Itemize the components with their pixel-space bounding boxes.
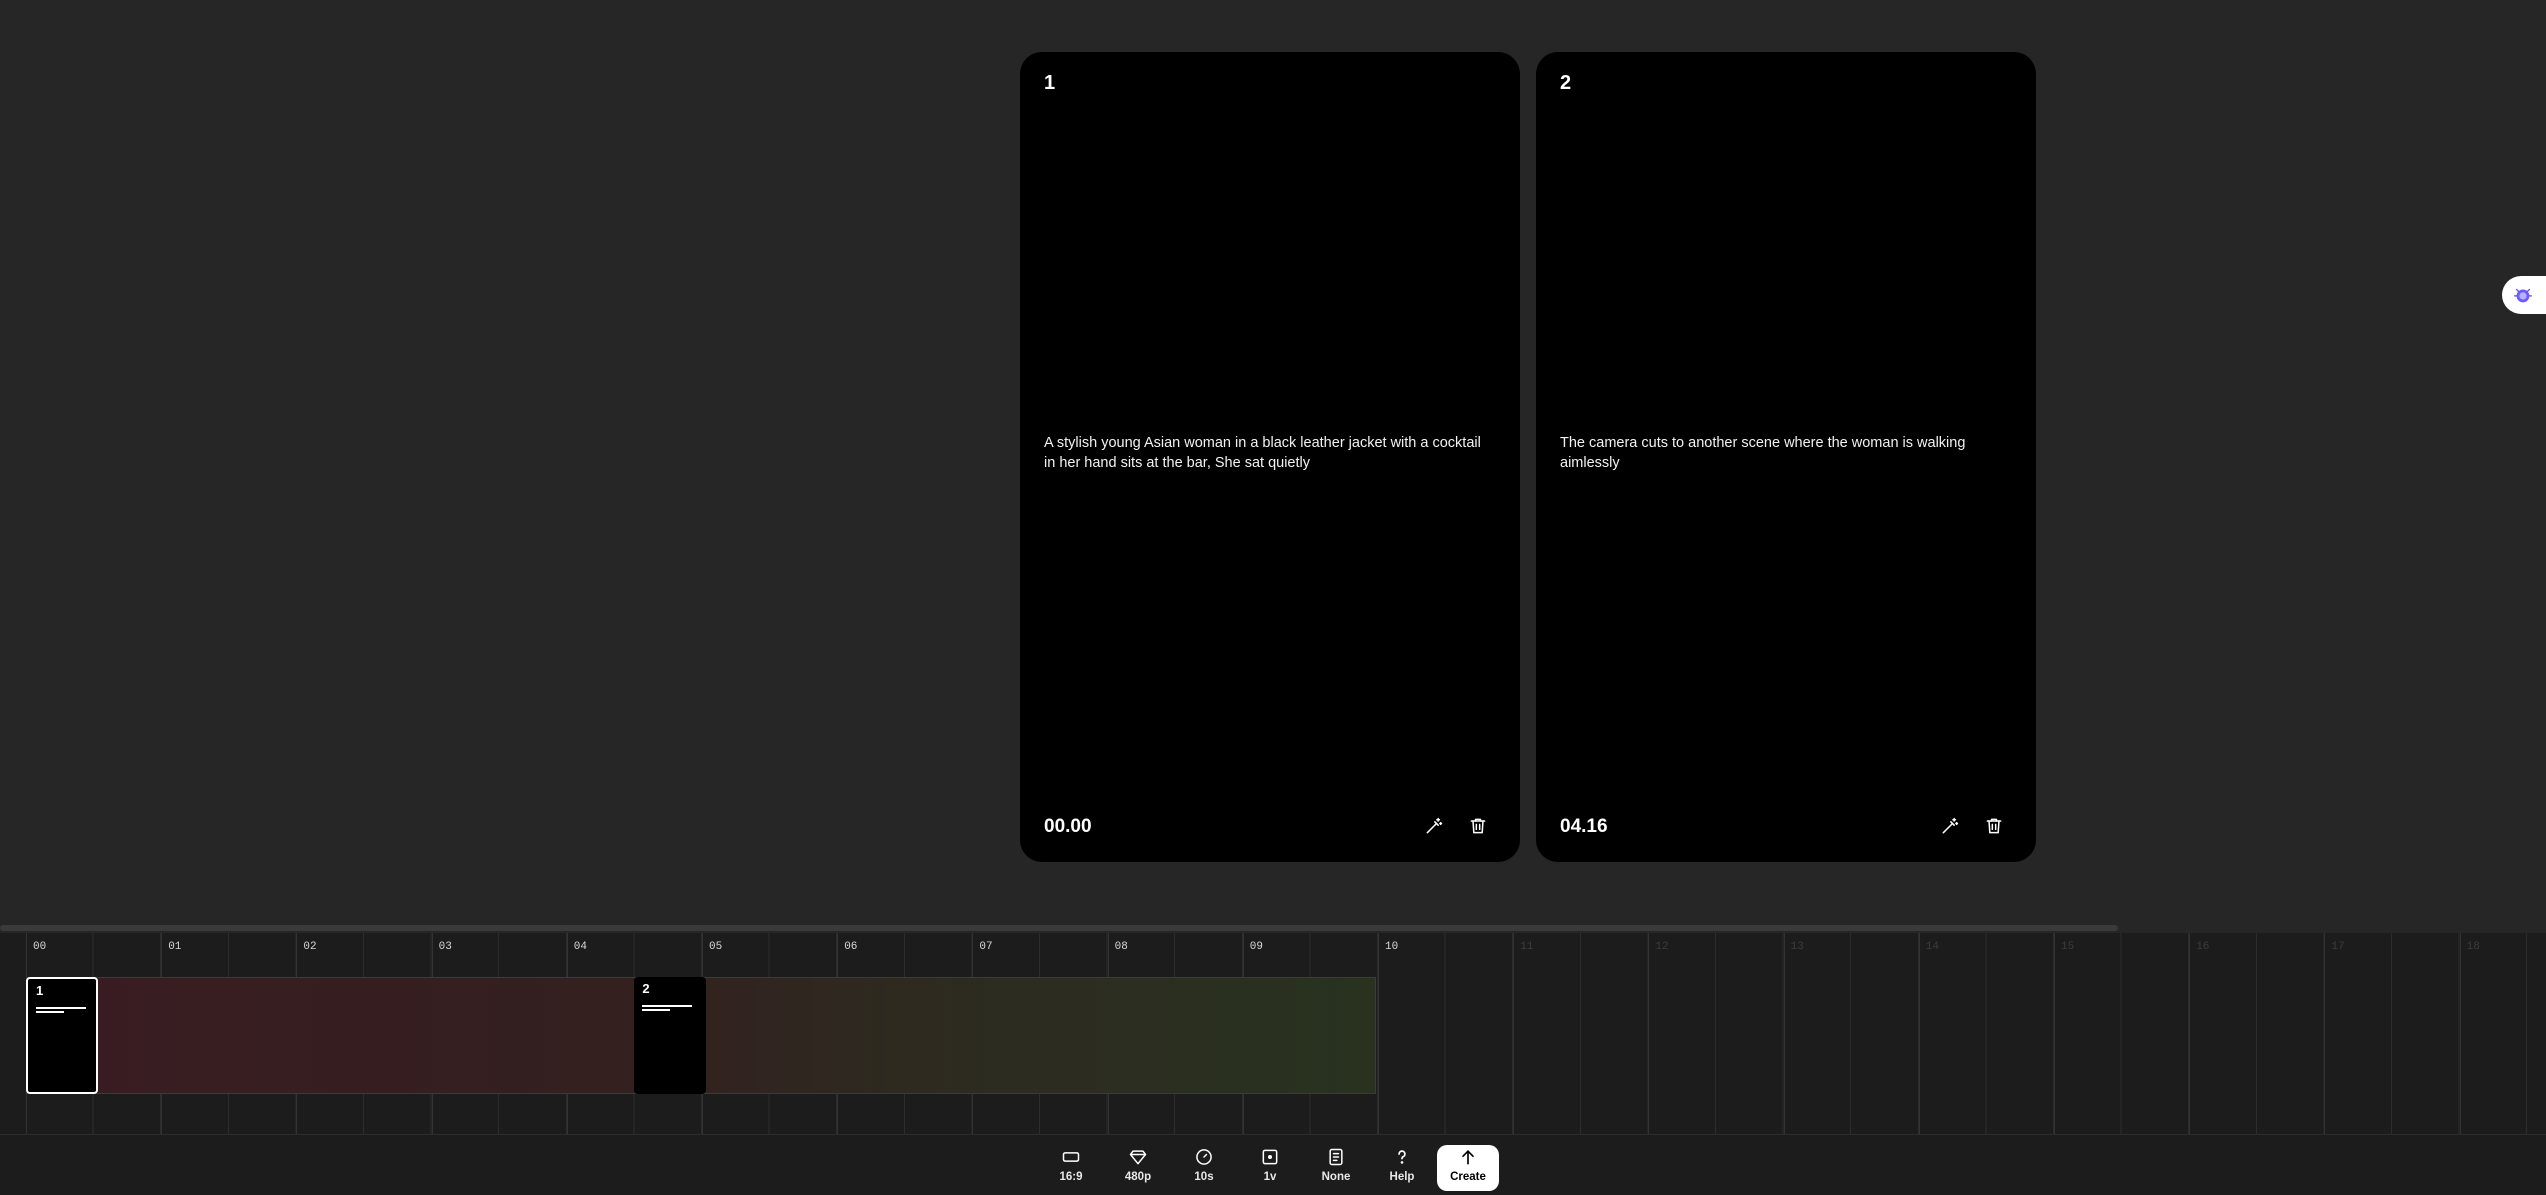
timeline-tick-label: 07 bbox=[979, 941, 993, 953]
timeline-tick-label: 00 bbox=[33, 941, 47, 953]
scrollbar-thumb[interactable] bbox=[0, 925, 2118, 931]
duration-label: 10s bbox=[1194, 1171, 1214, 1183]
clip-text-preview-line bbox=[36, 1007, 86, 1009]
clip-text-preview-line bbox=[36, 1011, 64, 1013]
timeline-ruler[interactable]: 00 01 02 03 04 05 06 07 08 09 10 11 12 13 14 15 16 17 18 bbox=[0, 933, 2546, 977]
scene-timestamp: 04.16 bbox=[1560, 816, 1608, 837]
scene-prompt[interactable]: The camera cuts to another scene where t… bbox=[1560, 433, 2012, 473]
diamond-icon bbox=[1129, 1150, 1147, 1165]
scene-timestamp: 00.00 bbox=[1044, 816, 1092, 837]
duration-button[interactable]: 10s bbox=[1173, 1145, 1235, 1191]
scene-card-1[interactable]: 1 A stylish young Asian woman in a black… bbox=[1020, 52, 1520, 862]
help-label: Help bbox=[1389, 1171, 1415, 1183]
frame-icon bbox=[1262, 1149, 1278, 1165]
clip-number: 2 bbox=[642, 981, 650, 996]
timeline-tick-label: 14 bbox=[1925, 941, 1939, 953]
create-button[interactable]: Create bbox=[1437, 1145, 1499, 1191]
timeline-tick-label: 15 bbox=[2061, 941, 2075, 953]
timeline-tick-label: 13 bbox=[1790, 941, 1804, 953]
scene-number: 2 bbox=[1560, 72, 1572, 94]
variations-button[interactable]: 1v bbox=[1239, 1145, 1301, 1191]
timeline-tick-label: 06 bbox=[844, 941, 858, 953]
timeline-tick-label: 03 bbox=[438, 941, 452, 953]
storyboard-stage: 1 A stylish young Asian woman in a black… bbox=[0, 0, 2546, 925]
timeline[interactable]: 00 01 02 03 04 05 06 07 08 09 10 11 12 13 14 15 16 17 18 1… bbox=[0, 933, 2546, 1134]
magic-wand-icon bbox=[1426, 817, 1443, 834]
timeline-clip[interactable]: 1 bbox=[26, 977, 98, 1094]
clock-icon bbox=[1196, 1149, 1212, 1165]
delete-scene-button[interactable] bbox=[1464, 812, 1492, 840]
aspect-ratio-icon bbox=[1062, 1152, 1080, 1162]
clip-text-preview-line bbox=[642, 1009, 671, 1011]
bottom-toolbar: 16:9 480p 10s 1v None Help Create bbox=[0, 1134, 2546, 1195]
timeline-tick-label: 05 bbox=[709, 941, 723, 953]
style-label: None bbox=[1321, 1171, 1351, 1183]
arrow-up-icon bbox=[1462, 1150, 1474, 1165]
timeline-tick-label: 10 bbox=[1385, 941, 1399, 953]
clip-text-preview-line bbox=[642, 1005, 693, 1007]
aspect-ratio-button[interactable]: 16:9 bbox=[1040, 1145, 1102, 1191]
edit-scene-button[interactable] bbox=[1936, 812, 1964, 840]
horizontal-scrollbar[interactable] bbox=[0, 925, 2546, 933]
extension-bug-icon bbox=[2514, 288, 2532, 303]
timeline-tick-label: 08 bbox=[1114, 941, 1128, 953]
question-mark-icon bbox=[1398, 1150, 1406, 1164]
edit-scene-button[interactable] bbox=[1420, 812, 1448, 840]
quality-button[interactable]: 480p bbox=[1107, 1145, 1169, 1191]
extension-widget[interactable] bbox=[2502, 276, 2546, 314]
delete-scene-button[interactable] bbox=[1980, 812, 2008, 840]
scene-number: 1 bbox=[1044, 72, 1056, 94]
timeline-tick-label: 04 bbox=[573, 941, 587, 953]
scene-prompt[interactable]: A stylish young Asian woman in a black l… bbox=[1044, 433, 1496, 473]
magic-wand-icon bbox=[1942, 817, 1959, 834]
aspect-ratio-label: 16:9 bbox=[1059, 1171, 1083, 1183]
timeline-tick-label: 01 bbox=[168, 941, 182, 953]
timeline-clip[interactable]: 2 bbox=[634, 977, 707, 1094]
timeline-tick-label: 02 bbox=[303, 941, 317, 953]
create-label: Create bbox=[1450, 1171, 1486, 1183]
timeline-tick-label: 16 bbox=[2196, 941, 2210, 953]
help-button[interactable]: Help bbox=[1371, 1145, 1433, 1191]
trash-icon bbox=[1986, 818, 2002, 834]
timeline-tick-label: 09 bbox=[1249, 941, 1263, 953]
timeline-tick-label: 18 bbox=[2466, 941, 2480, 953]
timeline-tick-label: 17 bbox=[2331, 941, 2345, 953]
timeline-tick-label: 11 bbox=[1520, 941, 1534, 953]
variations-label: 1v bbox=[1263, 1171, 1277, 1183]
scene-card-2[interactable]: 2 The camera cuts to another scene where… bbox=[1536, 52, 2036, 862]
timeline-tick-label: 12 bbox=[1655, 941, 1669, 953]
clip-number: 1 bbox=[36, 983, 44, 998]
document-icon bbox=[1329, 1148, 1343, 1166]
style-button[interactable]: None bbox=[1305, 1145, 1367, 1191]
trash-icon bbox=[1470, 818, 1486, 834]
quality-label: 480p bbox=[1124, 1171, 1152, 1183]
